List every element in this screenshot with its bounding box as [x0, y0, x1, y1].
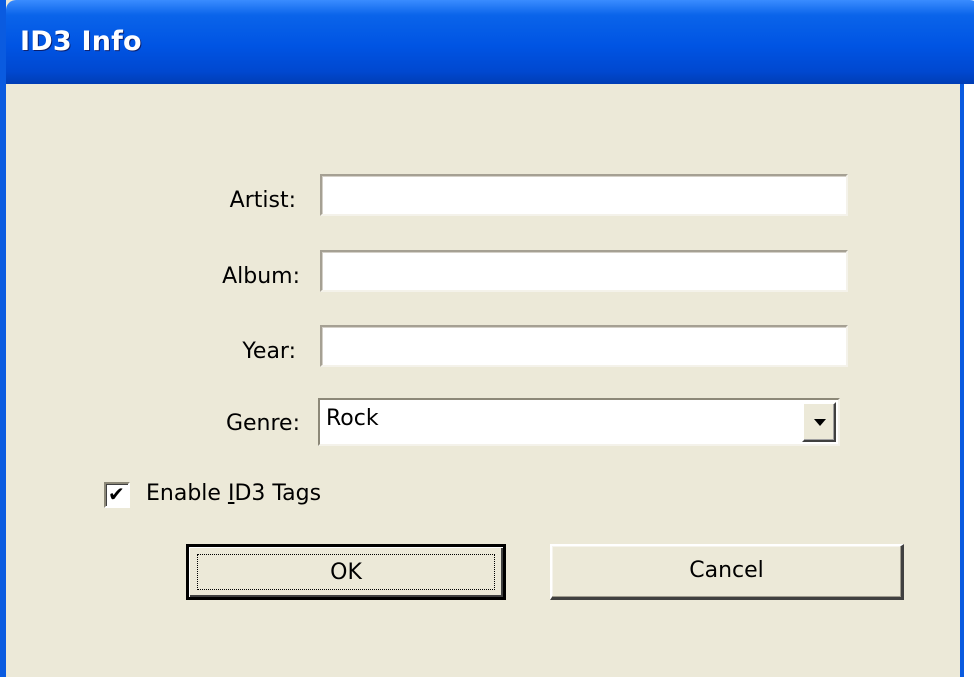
- ok-button[interactable]: OK: [186, 544, 506, 600]
- artist-label: Artist:: [229, 188, 296, 213]
- cancel-button-label: Cancel: [689, 558, 764, 583]
- genre-selected-value: Rock: [326, 406, 379, 431]
- genre-dropdown-button[interactable]: [802, 402, 836, 442]
- enable-id3-label-prefix: Enable: [146, 481, 228, 506]
- enable-id3-label[interactable]: Enable ID3 Tags: [146, 481, 321, 506]
- year-label: Year:: [242, 339, 296, 364]
- ok-button-focus-ring: OK: [197, 554, 495, 590]
- title-bar[interactable]: ID3 Info: [6, 0, 974, 84]
- album-field[interactable]: [320, 250, 848, 292]
- year-field[interactable]: [320, 325, 848, 367]
- album-label: Album:: [222, 264, 300, 289]
- enable-id3-checkbox[interactable]: ✔: [104, 482, 130, 508]
- artist-field[interactable]: [320, 174, 848, 216]
- enable-id3-label-suffix: D3 Tags: [234, 481, 322, 506]
- cancel-button[interactable]: Cancel: [550, 544, 904, 600]
- checkmark-icon: ✔: [108, 482, 125, 506]
- ok-button-label: OK: [330, 560, 362, 585]
- chevron-down-icon: [814, 419, 826, 426]
- genre-select[interactable]: Rock: [318, 398, 840, 446]
- window-title: ID3 Info: [20, 26, 142, 57]
- genre-label: Genre:: [225, 411, 300, 436]
